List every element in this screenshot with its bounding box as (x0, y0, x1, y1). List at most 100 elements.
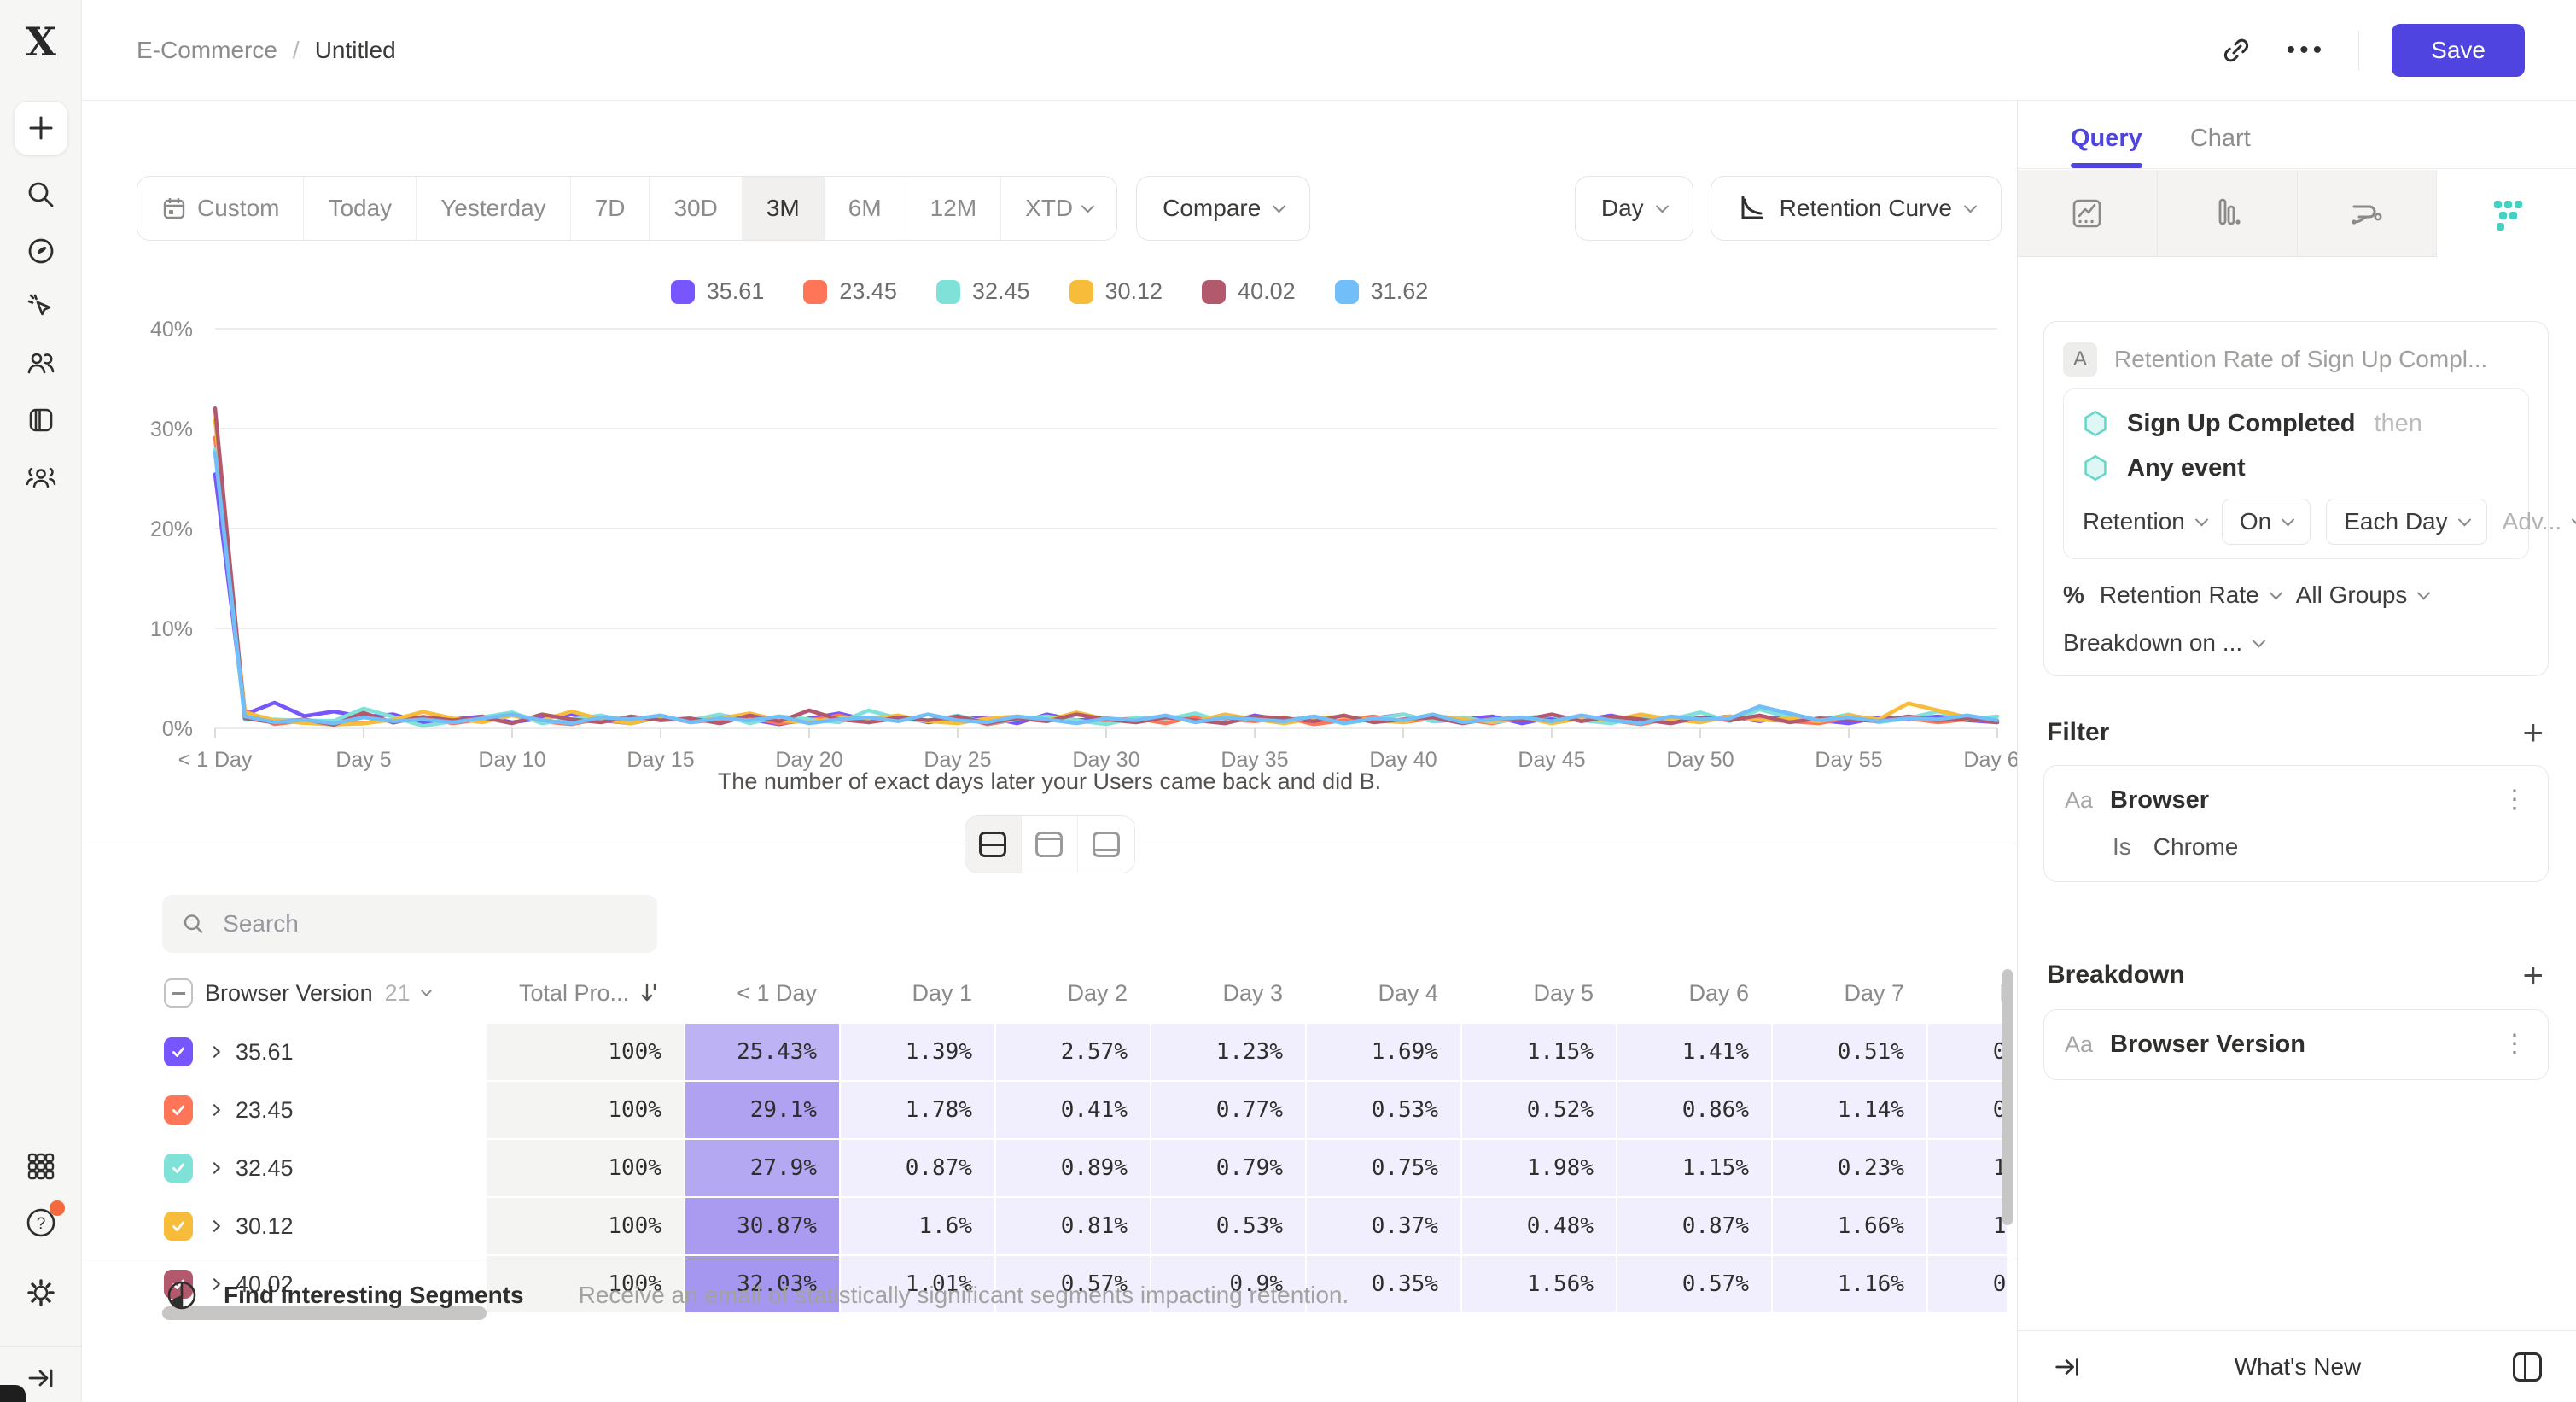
value-cell[interactable]: 0.67% (1928, 1024, 2007, 1080)
return-event-name[interactable]: Any event (2127, 454, 2246, 482)
range-custom[interactable]: Custom (137, 177, 304, 240)
breakdown-on-dropdown[interactable]: Breakdown on ... (2063, 629, 2264, 657)
sidebar-help-button[interactable]: ? (14, 1195, 68, 1250)
value-cell[interactable]: 1.41% (1617, 1024, 1771, 1080)
value-cell[interactable]: 1.98% (1462, 1140, 1616, 1196)
row-checkbox[interactable] (164, 1037, 193, 1066)
series-line-35.61[interactable] (215, 474, 1997, 724)
value-cell[interactable]: 1.32% (1928, 1140, 2007, 1196)
legend-item-32.45[interactable]: 32.45 (936, 278, 1030, 305)
advanced-dropdown[interactable]: Adv... (2503, 508, 2576, 535)
total-cell[interactable]: 100% (487, 1140, 684, 1196)
first-event-name[interactable]: Sign Up Completed (2127, 410, 2355, 438)
tab-query[interactable]: Query (2071, 125, 2142, 168)
value-cell[interactable]: 0.75% (1307, 1140, 1460, 1196)
series-line-30.12[interactable] (215, 420, 1997, 725)
value-cell[interactable]: 0.48% (1462, 1198, 1616, 1254)
value-cell[interactable]: 0.87% (1617, 1198, 1771, 1254)
value-cell[interactable]: 0.53% (1151, 1198, 1305, 1254)
sidebar-events-button[interactable] (14, 280, 68, 335)
granularity-button[interactable]: Day (1575, 176, 1693, 241)
day-column-header[interactable]: Day 5 (1462, 969, 1616, 1017)
on-dropdown[interactable]: On (2222, 499, 2311, 545)
filter-operator[interactable]: Is (2113, 833, 2131, 861)
breakdown-menu-icon[interactable]: ⋮ (2502, 1037, 2527, 1052)
row-label-cell[interactable]: 32.45 (153, 1140, 485, 1196)
new-report-button[interactable] (14, 101, 68, 155)
mixpanel-logo[interactable]: X (0, 19, 82, 65)
retention-line-chart[interactable]: 0%10%20%30%40%< 1 DayDay 5Day 10Day 15Da… (82, 316, 2017, 777)
range-3m[interactable]: 3M (743, 177, 825, 240)
groups-dropdown[interactable]: All Groups (2296, 581, 2429, 609)
legend-item-31.62[interactable]: 31.62 (1335, 278, 1429, 305)
report-type-funnels[interactable] (2158, 170, 2298, 257)
series-line-31.62[interactable] (215, 453, 1997, 723)
legend-item-40.02[interactable]: 40.02 (1202, 278, 1296, 305)
value-cell[interactable]: 0.52% (1462, 1082, 1616, 1138)
row-checkbox[interactable] (164, 1212, 193, 1241)
sidebar-discover-button[interactable] (14, 224, 68, 278)
total-cell[interactable]: 100% (487, 1198, 684, 1254)
metric-title[interactable]: Retention Rate of Sign Up Compl... (2114, 346, 2487, 373)
value-cell[interactable]: 2.57% (996, 1024, 1150, 1080)
link-icon[interactable] (2218, 32, 2254, 68)
value-cell[interactable]: 1.78% (841, 1082, 994, 1138)
value-cell[interactable]: 0.89% (996, 1140, 1150, 1196)
day-column-header[interactable]: Day 3 (1151, 969, 1305, 1017)
value-cell[interactable]: 1.39% (841, 1024, 994, 1080)
value-cell[interactable]: 29.1% (685, 1082, 839, 1138)
row-label-cell[interactable]: 35.61 (153, 1024, 485, 1080)
sidebar-cohorts-button[interactable] (14, 451, 68, 505)
group-column-header[interactable]: Browser Version 21 (153, 969, 485, 1017)
filter-value[interactable]: Chrome (2153, 833, 2239, 861)
range-xtd[interactable]: XTD (1001, 177, 1116, 240)
add-breakdown-button[interactable]: + (2517, 956, 2549, 994)
range-yesterday[interactable]: Yesterday (417, 177, 571, 240)
tab-chart[interactable]: Chart (2190, 125, 2251, 168)
range-30d[interactable]: 30D (650, 177, 742, 240)
value-cell[interactable]: 0.86% (1617, 1082, 1771, 1138)
value-cell[interactable]: 0.77% (1151, 1082, 1305, 1138)
value-cell[interactable]: 0.23% (1773, 1140, 1926, 1196)
total-cell[interactable]: 100% (487, 1082, 684, 1138)
legend-item-35.61[interactable]: 35.61 (671, 278, 765, 305)
range-12m[interactable]: 12M (906, 177, 1001, 240)
sidebar-apps-button[interactable] (14, 1139, 68, 1194)
day-column-header[interactable]: Day 1 (841, 969, 994, 1017)
layout-split-button[interactable] (965, 816, 1022, 873)
first-event-row[interactable]: Sign Up Completed then (2083, 401, 2509, 446)
expand-chevron-icon[interactable] (208, 1162, 220, 1174)
expand-chevron-icon[interactable] (208, 1104, 220, 1116)
breadcrumb-project[interactable]: E-Commerce (137, 37, 277, 64)
row-checkbox[interactable] (164, 1154, 193, 1183)
day-column-header[interactable]: Day 2 (996, 969, 1150, 1017)
report-type-insights[interactable] (2018, 170, 2158, 257)
row-label-cell[interactable]: 30.12 (153, 1198, 485, 1254)
compare-button[interactable]: Compare (1136, 176, 1310, 241)
value-cell[interactable]: 27.9% (685, 1140, 839, 1196)
row-label-cell[interactable]: 23.45 (153, 1082, 485, 1138)
report-type-retention[interactable] (2437, 170, 2576, 257)
breakdown-property[interactable]: Browser Version (2110, 1031, 2485, 1059)
day-column-header[interactable]: Day 4 (1307, 969, 1460, 1017)
value-cell[interactable]: 0.51% (1773, 1024, 1926, 1080)
value-cell[interactable]: 0.41% (996, 1082, 1150, 1138)
value-cell[interactable]: 1.14% (1773, 1082, 1926, 1138)
return-event-row[interactable]: Any event (2083, 446, 2509, 490)
range-6m[interactable]: 6M (825, 177, 906, 240)
value-cell[interactable]: 1.69% (1307, 1024, 1460, 1080)
range-7d[interactable]: 7D (571, 177, 650, 240)
series-line-40.02[interactable] (215, 408, 1997, 725)
row-checkbox[interactable] (164, 1095, 193, 1125)
expand-chevron-icon[interactable] (208, 1046, 220, 1058)
report-type-flows[interactable] (2298, 170, 2438, 257)
total-column-header[interactable]: Total Pro... (487, 969, 684, 1017)
segments-title[interactable]: Find Interesting Segments (224, 1282, 524, 1309)
day-column-header[interactable]: Day 6 (1617, 969, 1771, 1017)
save-button[interactable]: Save (2392, 24, 2525, 77)
collapse-panel-icon[interactable] (2052, 1352, 2083, 1382)
vertical-scrollbar[interactable] (2002, 969, 2013, 1225)
whats-new-link[interactable]: What's New (2235, 1353, 2362, 1381)
chat-widget-corner[interactable] (0, 1385, 26, 1402)
value-cell[interactable]: 0.37% (1307, 1198, 1460, 1254)
